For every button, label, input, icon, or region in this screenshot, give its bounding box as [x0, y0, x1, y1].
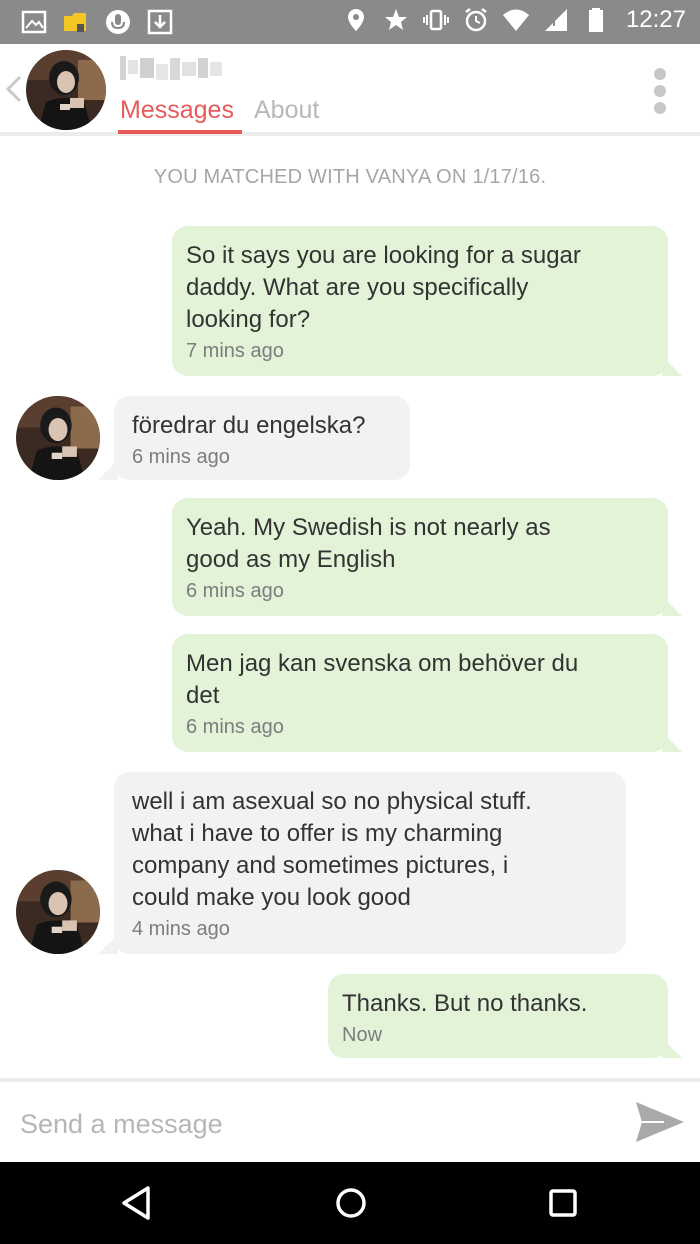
contact-avatar[interactable] — [16, 870, 100, 954]
chat-header: Messages About — [0, 44, 700, 136]
status-bar-notification-icons — [20, 8, 174, 36]
message-line: Yeah. My Swedish is not nearly as — [186, 514, 551, 541]
message-line: Men jag kan svenska om behöver du — [186, 650, 579, 677]
contact-avatar[interactable] — [26, 50, 106, 130]
message-line: well i am asexual so no physical stuff. — [132, 788, 532, 815]
message-line: det — [186, 682, 220, 709]
back-icon[interactable] — [118, 1184, 154, 1222]
star-icon — [384, 9, 407, 30]
vibrate-icon — [422, 9, 449, 31]
message-line: could make you look good — [132, 884, 411, 911]
system-nav-bar — [0, 1162, 700, 1244]
message-line: looking for? — [186, 306, 311, 333]
home-icon[interactable] — [334, 1186, 368, 1220]
status-bar-system-icons: 12:27 — [342, 6, 686, 34]
location-icon — [347, 9, 364, 31]
message-line: So it says you are looking for a sugar — [186, 242, 581, 269]
message-timestamp: Now — [342, 1024, 383, 1046]
bubble-tail — [98, 934, 118, 954]
message-composer — [0, 1078, 700, 1162]
message-line: what i have to offer is my charming — [132, 820, 503, 847]
folder-icon — [64, 13, 86, 32]
avatar-photo — [16, 396, 100, 480]
send-icon[interactable] — [634, 1098, 686, 1146]
contact-avatar[interactable] — [16, 396, 100, 480]
microphone-icon — [106, 10, 130, 34]
recents-icon[interactable] — [548, 1188, 578, 1218]
message-timestamp: 7 mins ago — [186, 340, 284, 362]
bubble-tail — [98, 460, 118, 480]
message-timestamp: 6 mins ago — [186, 716, 284, 738]
tab-about[interactable]: About — [254, 96, 319, 125]
message-input[interactable] — [20, 1104, 580, 1144]
message-bubble-outgoing[interactable]: Men jag kan svenska om behöver du det 6 … — [172, 634, 668, 752]
image-icon — [21, 10, 47, 34]
message-bubble-outgoing[interactable]: Thanks. But no thanks. Now — [328, 974, 668, 1058]
message-bubble-incoming[interactable]: well i am asexual so no physical stuff. … — [114, 772, 626, 954]
message-line: föredrar du engelska? — [132, 412, 366, 439]
overflow-menu-icon[interactable] — [654, 68, 668, 114]
message-line: good as my English — [186, 546, 396, 573]
message-line: Thanks. But no thanks. — [342, 990, 588, 1017]
back-chevron-icon[interactable] — [4, 74, 24, 104]
message-bubble-incoming[interactable]: föredrar du engelska? 6 mins ago — [114, 396, 410, 480]
battery-icon — [588, 8, 603, 32]
avatar-photo — [26, 50, 106, 130]
alarm-icon — [465, 8, 487, 32]
bubble-tail — [662, 1038, 682, 1058]
tab-messages-underline — [118, 130, 242, 134]
bubble-tail — [662, 596, 682, 616]
status-bar: 12:27 — [0, 0, 700, 44]
message-bubble-outgoing[interactable]: Yeah. My Swedish is not nearly as good a… — [172, 498, 668, 616]
message-line: company and sometimes pictures, i — [132, 852, 509, 879]
message-timestamp: 6 mins ago — [186, 580, 284, 602]
download-icon — [147, 9, 173, 35]
wifi-icon — [502, 9, 529, 31]
match-notice: YOU MATCHED WITH VANYA ON 1/17/16. — [153, 166, 547, 188]
tab-messages[interactable]: Messages — [120, 96, 234, 125]
bubble-tail — [662, 356, 682, 376]
bubble-tail — [662, 732, 682, 752]
message-timestamp: 4 mins ago — [132, 918, 230, 940]
signal-icon — [544, 9, 567, 31]
message-line: daddy. What are you specifically — [186, 274, 529, 301]
message-timestamp: 6 mins ago — [132, 446, 230, 468]
contact-name-blurred — [120, 56, 222, 80]
status-bar-time: 12:27 — [625, 6, 686, 33]
avatar-photo — [16, 870, 100, 954]
message-bubble-outgoing[interactable]: So it says you are looking for a sugar d… — [172, 226, 668, 376]
